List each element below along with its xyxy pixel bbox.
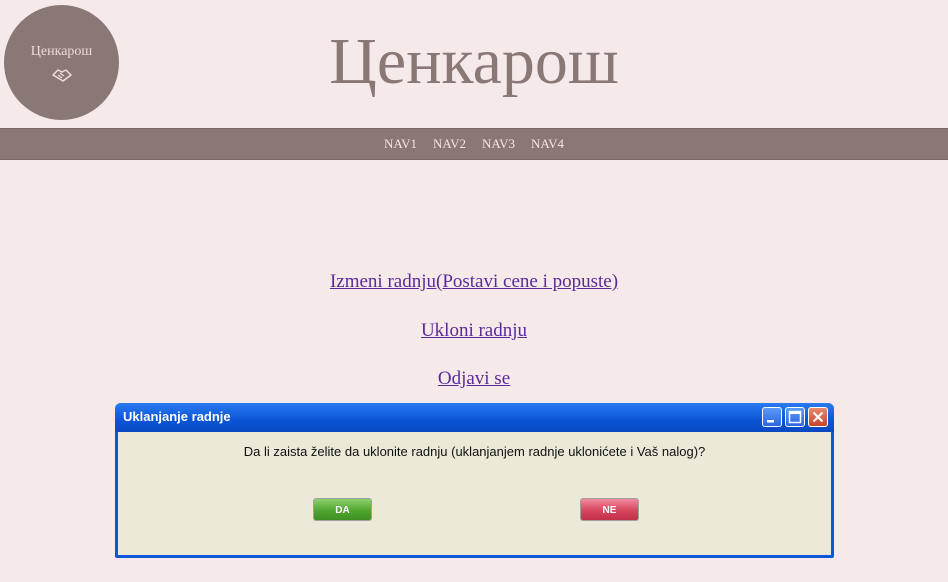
maximize-icon[interactable] bbox=[785, 407, 805, 427]
dialog-title: Uklanjanje radnje bbox=[123, 409, 231, 424]
remove-store-link[interactable]: Ukloni radnju bbox=[421, 320, 527, 341]
no-button[interactable]: NE bbox=[580, 498, 639, 521]
nav-item-2[interactable]: NAV2 bbox=[433, 129, 466, 159]
nav-item-1[interactable]: NAV1 bbox=[384, 129, 417, 159]
logout-link[interactable]: Odjavi se bbox=[438, 368, 510, 389]
edit-store-row: Izmeni radnju(Postavi cene i popuste) bbox=[0, 271, 948, 293]
dialog-body: Da li zaista želite da uklonite radnju (… bbox=[118, 432, 831, 555]
edit-store-link[interactable]: Izmeni radnju(Postavi cene i popuste) bbox=[330, 271, 618, 292]
logout-row: Odjavi se bbox=[0, 368, 948, 390]
dialog-message: Da li zaista želite da uklonite radnju (… bbox=[243, 444, 706, 459]
dialog-titlebar[interactable]: Uklanjanje radnje bbox=[115, 403, 834, 432]
remove-store-dialog: Uklanjanje radnje Da li zaista želite da… bbox=[115, 403, 834, 558]
close-icon[interactable] bbox=[808, 407, 828, 427]
nav-item-3[interactable]: NAV3 bbox=[482, 129, 515, 159]
navbar: NAV1 NAV2 NAV3 NAV4 bbox=[0, 128, 948, 160]
site-title: Ценкарош bbox=[329, 25, 619, 98]
yes-button[interactable]: DA bbox=[313, 498, 372, 521]
nav-item-4[interactable]: NAV4 bbox=[531, 129, 564, 159]
minimize-icon[interactable] bbox=[762, 407, 782, 427]
remove-store-row: Ukloni radnju bbox=[0, 320, 948, 342]
